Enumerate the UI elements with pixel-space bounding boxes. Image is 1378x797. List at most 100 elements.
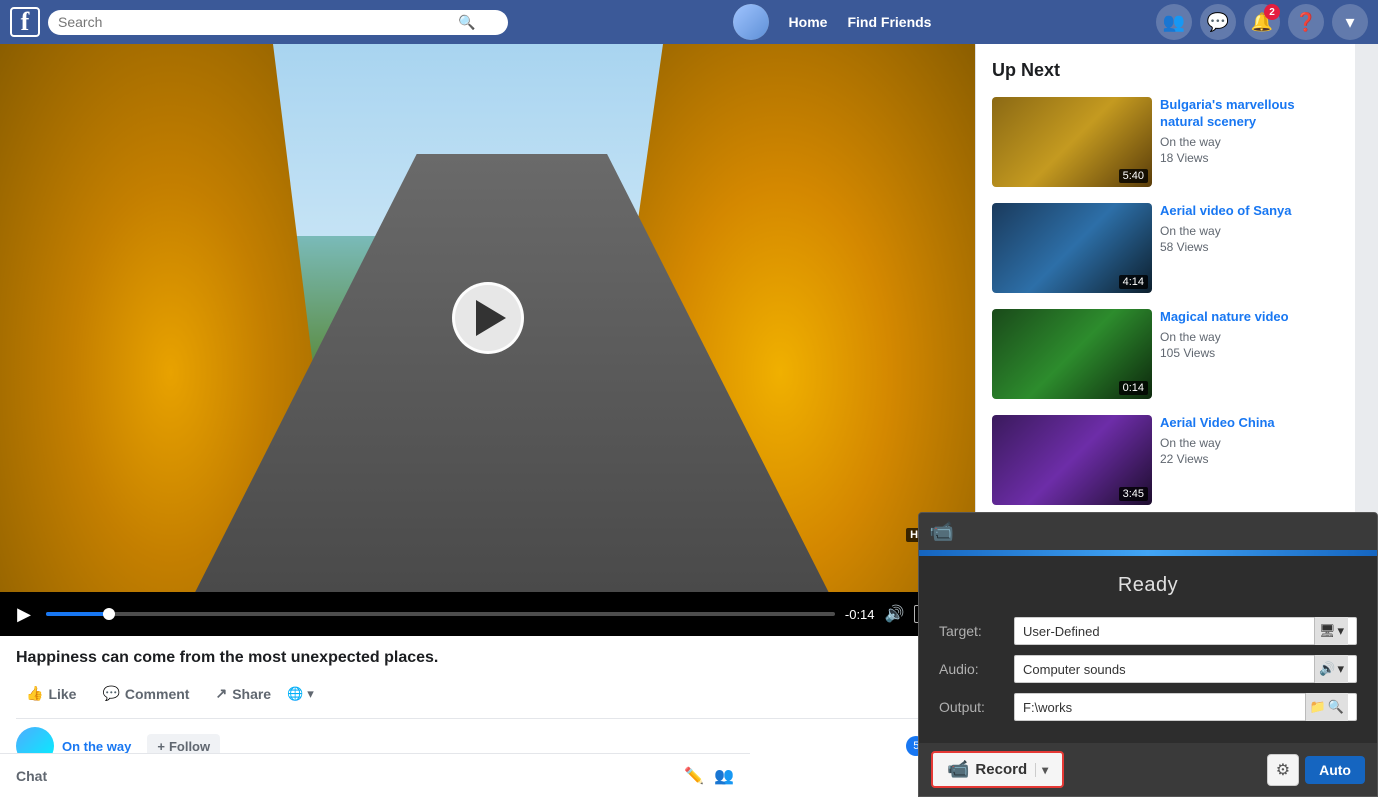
nav-home[interactable]: Home: [789, 14, 828, 30]
facebook-logo[interactable]: f: [10, 7, 40, 37]
record-button[interactable]: 📹 Record ▾: [931, 751, 1064, 788]
sidebar-thumb-0: 5:40: [992, 97, 1152, 187]
thumb-duration-3: 3:45: [1119, 487, 1148, 501]
notifications-icon-btn[interactable]: 🔔 2: [1244, 4, 1280, 40]
recording-status: Ready: [919, 556, 1377, 611]
sidebar-channel-3: On the way: [1160, 436, 1339, 450]
nav-find-friends[interactable]: Find Friends: [847, 14, 931, 30]
sidebar-video-item-2[interactable]: 0:14 Magical nature video On the way 105…: [976, 301, 1355, 407]
chat-label: Chat: [16, 768, 47, 784]
chevron-icon: ▾: [307, 686, 314, 702]
sidebar-video-item-1[interactable]: 4:14 Aerial video of Sanya On the way 58…: [976, 195, 1355, 301]
sidebar-video-details-3: Aerial Video China On the way 22 Views: [1160, 415, 1339, 505]
people-icon: 👥: [1163, 12, 1185, 33]
time-remaining: -0:14: [845, 607, 875, 622]
sidebar-views-3: 22 Views: [1160, 452, 1339, 466]
recording-widget: 📹 Ready Target: User-Defined 🖥 ▾ Audio: …: [918, 512, 1378, 797]
record-label: Record: [975, 761, 1027, 778]
comment-icon: 💬: [102, 685, 119, 702]
output-input[interactable]: F:\works 📁 🔍: [1014, 693, 1357, 721]
target-value: User-Defined: [1023, 624, 1100, 639]
messenger-icon-btn[interactable]: 💬: [1200, 4, 1236, 40]
help-icon-btn[interactable]: ❓: [1288, 4, 1324, 40]
edit-chat-icon[interactable]: ✏️: [684, 766, 704, 786]
sidebar-video-details-1: Aerial video of Sanya On the way 58 View…: [1160, 203, 1339, 293]
target-icon-box: 🖥 ▾: [1314, 617, 1348, 645]
sidebar-video-title-3: Aerial Video China: [1160, 415, 1339, 432]
chat-panel: Chat ✏️ 👥: [0, 753, 750, 797]
search-input[interactable]: [58, 14, 458, 30]
channel-name[interactable]: On the way: [62, 739, 131, 754]
visibility-selector[interactable]: 🌐 ▾: [287, 686, 314, 702]
video-actions: 👍 Like 💬 Comment ↗ Share 🌐 ▾: [16, 679, 959, 719]
comment-button[interactable]: 💬 Comment: [92, 679, 199, 708]
video-title: Happiness can come from the most unexpec…: [16, 648, 959, 669]
sidebar-views-0: 18 Views: [1160, 151, 1339, 165]
avatar-image: [733, 4, 769, 40]
sidebar-thumb-3: 3:45: [992, 415, 1152, 505]
sidebar-thumb-1: 4:14: [992, 203, 1152, 293]
sidebar-video-details-0: Bulgaria's marvellous natural scenery On…: [1160, 97, 1339, 187]
follow-icon: +: [157, 739, 165, 754]
add-chat-icon[interactable]: 👥: [714, 766, 734, 786]
sidebar-video-title-2: Magical nature video: [1160, 309, 1339, 326]
thumb-duration-0: 5:40: [1119, 169, 1148, 183]
sidebar-header: Up Next: [976, 44, 1355, 89]
audio-input[interactable]: Computer sounds 🔊 ▾: [1014, 655, 1357, 683]
navbar: f 🔍 Home Find Friends 👥 💬 🔔 2 ❓ ▾: [0, 0, 1378, 44]
like-button[interactable]: 👍 Like: [16, 679, 86, 708]
recording-footer: 📹 Record ▾ ⚙ Auto: [919, 743, 1377, 796]
share-button[interactable]: ↗ Share: [205, 679, 281, 708]
audio-label: Audio:: [939, 661, 1004, 677]
thumb-duration-1: 4:14: [1119, 275, 1148, 289]
target-label: Target:: [939, 623, 1004, 639]
sidebar-views-1: 58 Views: [1160, 240, 1339, 254]
more-icon-btn[interactable]: ▾: [1332, 4, 1368, 40]
output-icon-box: 📁 🔍: [1305, 693, 1348, 721]
nav-links: Home Find Friends: [789, 14, 932, 30]
share-icon: ↗: [215, 685, 227, 702]
navbar-icons: 👥 💬 🔔 2 ❓ ▾: [1156, 4, 1368, 40]
record-dropdown-icon: ▾: [1035, 763, 1048, 777]
avatar[interactable]: [733, 4, 769, 40]
target-dropdown-icon: ▾: [1337, 623, 1344, 639]
navbar-center: Home Find Friends: [508, 4, 1156, 40]
sidebar-video-item-0[interactable]: 5:40 Bulgaria's marvellous natural scene…: [976, 89, 1355, 195]
sidebar-views-2: 105 Views: [1160, 346, 1339, 360]
people-icon-btn[interactable]: 👥: [1156, 4, 1192, 40]
video-panel: HD ▶ -0:14 🔊 HD ⛶ Happiness can come fro…: [0, 44, 975, 797]
camera-icon: 📹: [929, 519, 954, 544]
progress-bar[interactable]: [46, 612, 835, 616]
sidebar-channel-0: On the way: [1160, 135, 1339, 149]
auto-button[interactable]: Auto: [1305, 756, 1365, 784]
target-screen-icon: 🖥: [1319, 623, 1336, 639]
sidebar-thumb-2: 0:14: [992, 309, 1152, 399]
messenger-icon: 💬: [1207, 12, 1229, 33]
video-container[interactable]: HD: [0, 44, 975, 592]
settings-button[interactable]: ⚙: [1267, 754, 1299, 786]
globe-icon: 🌐: [287, 686, 303, 702]
progress-fill: [46, 612, 109, 616]
record-cam-icon: 📹: [947, 759, 969, 780]
output-value: F:\works: [1023, 700, 1072, 715]
chat-icons: ✏️ 👥: [684, 766, 734, 786]
output-label: Output:: [939, 699, 1004, 715]
audio-value: Computer sounds: [1023, 662, 1126, 677]
target-field-row: Target: User-Defined 🖥 ▾: [939, 617, 1357, 645]
question-icon: ❓: [1295, 12, 1317, 33]
search-bar: 🔍: [48, 10, 508, 35]
channel-info: On the way: [62, 739, 131, 754]
video-controls: ▶ -0:14 🔊 HD ⛶: [0, 592, 975, 636]
sidebar-video-title-1: Aerial video of Sanya: [1160, 203, 1339, 220]
target-input[interactable]: User-Defined 🖥 ▾: [1014, 617, 1357, 645]
play-button[interactable]: [452, 282, 524, 354]
sidebar-video-details-2: Magical nature video On the way 105 View…: [1160, 309, 1339, 399]
control-play-button[interactable]: ▶: [12, 604, 36, 625]
output-field-row: Output: F:\works 📁 🔍: [939, 693, 1357, 721]
volume-icon[interactable]: 🔊: [885, 604, 905, 624]
audio-field-row: Audio: Computer sounds 🔊 ▾: [939, 655, 1357, 683]
recording-widget-header: 📹: [919, 513, 1377, 550]
audio-speaker-icon: 🔊: [1319, 661, 1335, 677]
notification-badge: 2: [1264, 4, 1280, 20]
sidebar-video-item-3[interactable]: 3:45 Aerial Video China On the way 22 Vi…: [976, 407, 1355, 513]
